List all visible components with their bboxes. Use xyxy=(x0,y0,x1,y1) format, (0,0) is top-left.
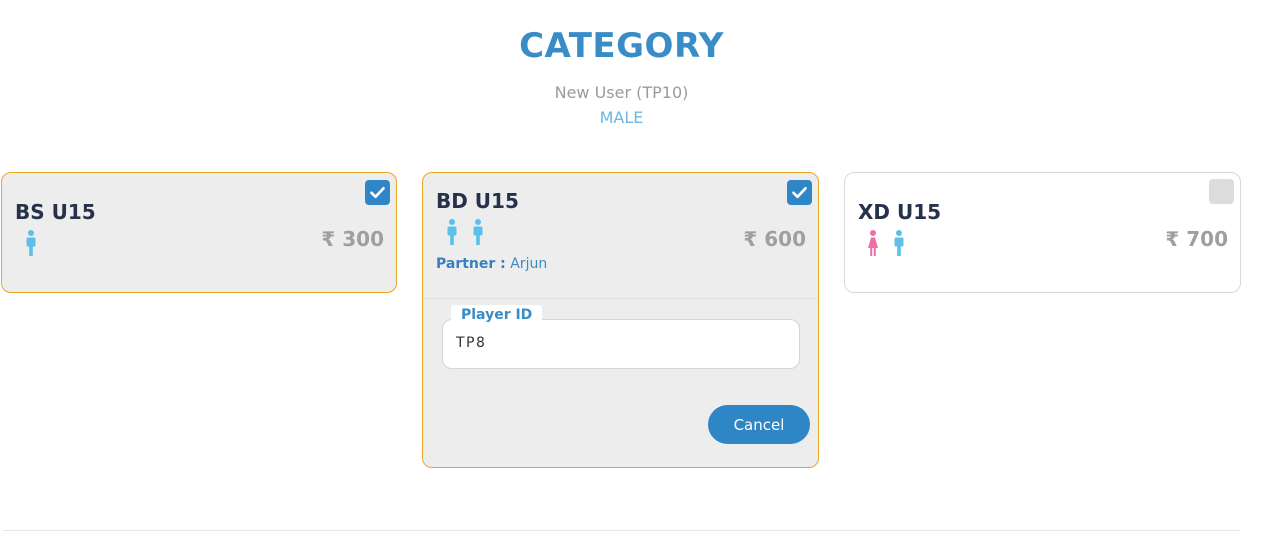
player-icons xyxy=(25,230,37,256)
category-card-xd-u15[interactable]: XD U15 ₹ 700 xyxy=(844,172,1241,293)
cancel-button[interactable]: Cancel xyxy=(708,405,810,444)
category-price: ₹ 600 xyxy=(743,227,806,251)
category-checkbox[interactable] xyxy=(1209,179,1234,204)
category-name: BS U15 xyxy=(15,200,96,224)
page-title: CATEGORY xyxy=(519,26,724,66)
category-price: ₹ 300 xyxy=(321,227,384,251)
male-player-icon xyxy=(25,230,37,256)
player-icons xyxy=(867,230,905,256)
player-id-field[interactable]: Player ID xyxy=(442,305,800,369)
category-checkbox[interactable] xyxy=(787,180,812,205)
check-icon xyxy=(370,187,385,199)
female-player-icon xyxy=(867,230,879,256)
category-name: BD U15 xyxy=(436,189,519,213)
category-name: XD U15 xyxy=(858,200,942,224)
partner-label: Partner : xyxy=(436,256,506,272)
category-price: ₹ 700 xyxy=(1165,227,1228,251)
user-subtitle: New User (TP10) xyxy=(554,83,689,102)
male-player-icon xyxy=(893,230,905,256)
card-divider xyxy=(423,298,818,299)
male-player-icon xyxy=(472,219,484,245)
partner-name: Arjun xyxy=(510,256,548,272)
category-card-bd-u15[interactable]: BD U15 ₹ 600 Partner : Arjun Player ID C… xyxy=(422,172,819,468)
partner-info: Partner : Arjun xyxy=(436,256,547,272)
player-id-input[interactable] xyxy=(456,335,776,351)
gender-label: MALE xyxy=(599,108,644,127)
player-id-label: Player ID xyxy=(451,305,543,325)
male-player-icon xyxy=(446,219,458,245)
player-icons xyxy=(446,219,484,245)
category-checkbox[interactable] xyxy=(365,180,390,205)
page-divider xyxy=(3,530,1240,531)
check-icon xyxy=(792,187,807,199)
category-card-bs-u15[interactable]: BS U15 ₹ 300 xyxy=(1,172,397,293)
